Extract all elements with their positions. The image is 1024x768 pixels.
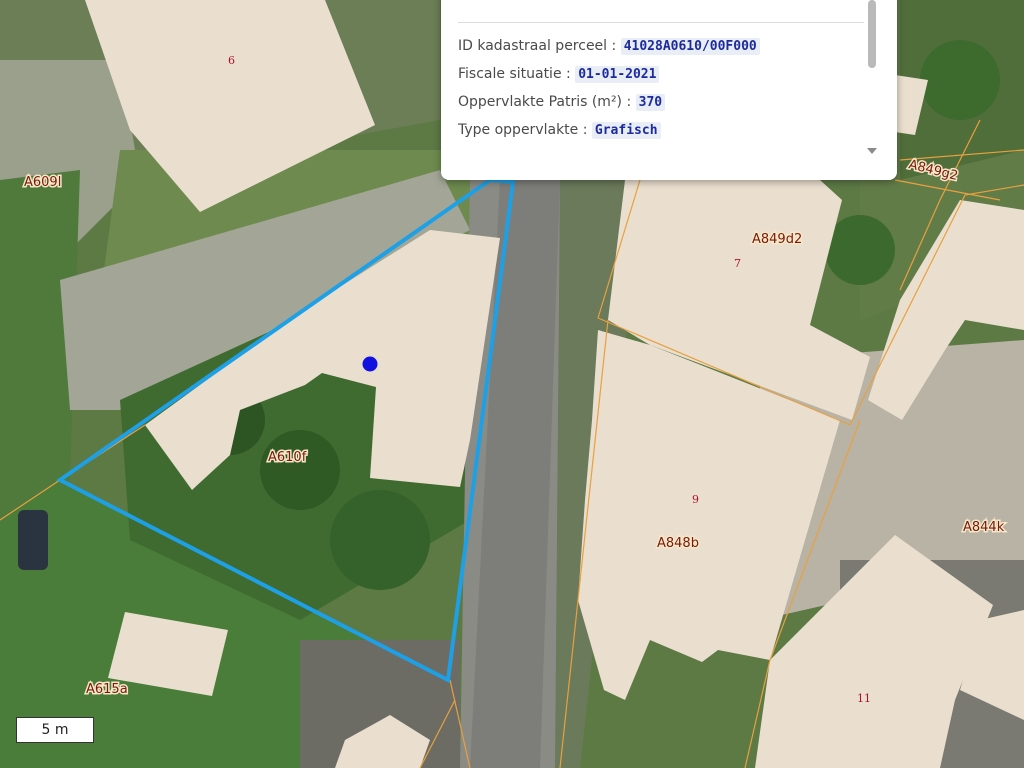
area-value: 370 — [635, 94, 666, 111]
parcel-label-a844k: A844k — [963, 520, 1005, 535]
scroll-down-arrow-icon[interactable] — [867, 148, 877, 154]
parcel-label-a849d2: A849d2 — [752, 232, 802, 247]
area-label: Oppervlakte Patris (m²) : — [458, 94, 632, 110]
parcel-label-a610f: A610f — [268, 450, 307, 465]
parcel-label-a609l: A609l — [24, 175, 61, 190]
house-number-6: 6 — [228, 54, 235, 67]
house-number-9: 9 — [692, 493, 699, 506]
parcel-info-popup[interactable]: ID kadastraal perceel : 41028A0610/00F00… — [441, 0, 897, 180]
popup-row-area: Oppervlakte Patris (m²) : 370 — [458, 94, 666, 111]
popup-row-parcel-id: ID kadastraal perceel : 41028A0610/00F00… — [458, 38, 760, 55]
fiscal-situation-label: Fiscale situatie : — [458, 66, 571, 82]
popup-divider — [458, 22, 864, 23]
parcel-label-a615a: A615a — [86, 682, 128, 697]
parcel-id-label: ID kadastraal perceel : — [458, 38, 617, 54]
popup-row-fiscal: Fiscale situatie : 01-01-2021 — [458, 66, 660, 83]
fiscal-situation-value: 01-01-2021 — [575, 66, 660, 83]
area-type-label: Type oppervlakte : — [458, 122, 588, 138]
area-type-value: Grafisch — [591, 122, 661, 139]
location-marker — [362, 356, 378, 372]
popup-scrollbar[interactable] — [868, 0, 876, 68]
popup-row-area-type: Type oppervlakte : Grafisch — [458, 122, 661, 139]
house-number-7: 7 — [734, 257, 741, 270]
scale-bar: 5 m — [16, 717, 94, 743]
house-number-11: 11 — [857, 692, 871, 705]
parcel-id-value: 41028A0610/00F000 — [620, 38, 760, 55]
scale-bar-label: 5 m — [41, 722, 69, 738]
parcel-label-a848b: A848b — [657, 536, 699, 551]
